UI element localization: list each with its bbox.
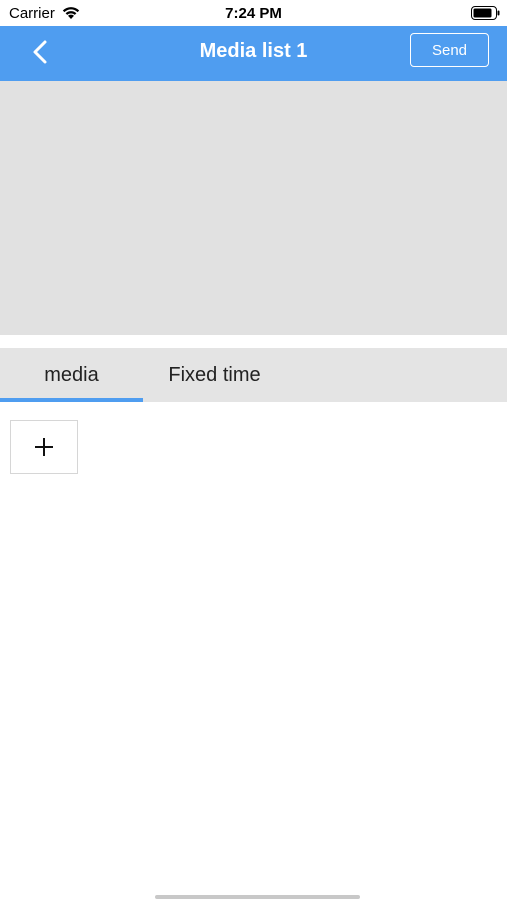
screen: Carrier 7:24 PM Media list 1 Send media … bbox=[0, 0, 507, 900]
status-bar: Carrier 7:24 PM bbox=[0, 0, 507, 26]
tab-media[interactable]: media bbox=[0, 348, 143, 402]
media-preview-area bbox=[0, 81, 507, 335]
status-time: 7:24 PM bbox=[225, 5, 282, 22]
battery-icon bbox=[471, 6, 500, 20]
home-indicator bbox=[155, 895, 360, 899]
active-tab-indicator bbox=[0, 398, 143, 402]
tab-fixed-time[interactable]: Fixed time bbox=[143, 348, 286, 402]
plus-icon bbox=[35, 438, 53, 456]
add-media-button[interactable] bbox=[10, 420, 78, 474]
nav-bar: Media list 1 Send bbox=[0, 26, 507, 81]
tab-bar: media Fixed time bbox=[0, 348, 507, 402]
send-button[interactable]: Send bbox=[410, 33, 489, 67]
